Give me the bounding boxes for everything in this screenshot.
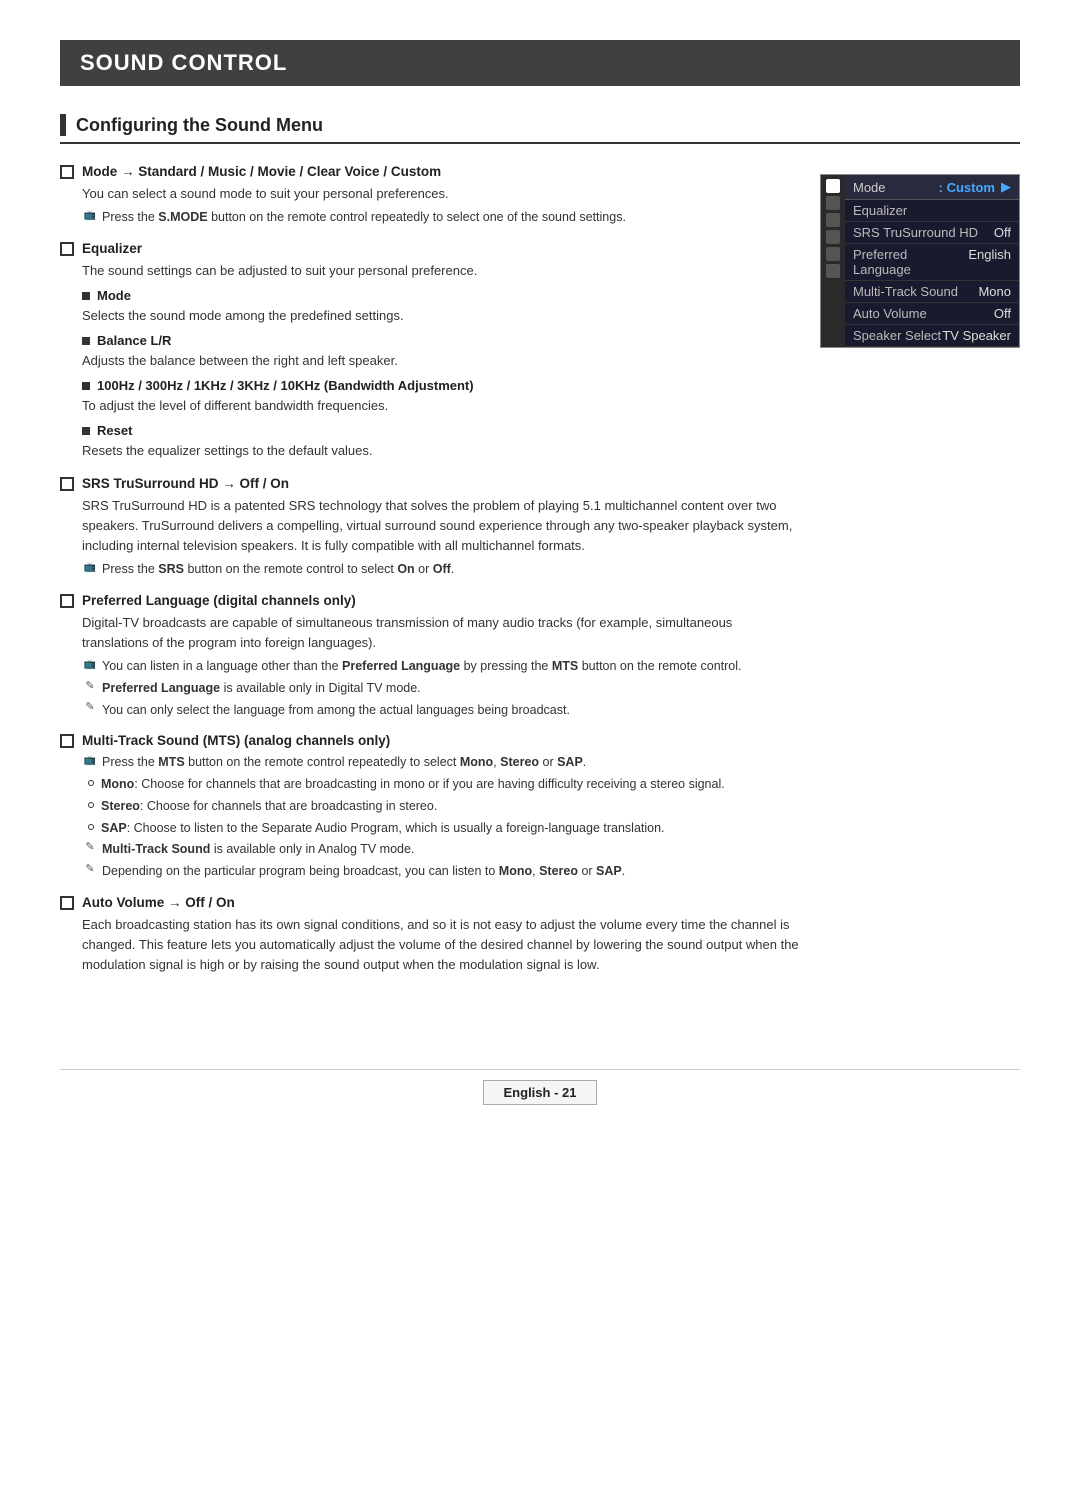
section-auto-volume: Auto Volume → Off / On Each broadcasting… bbox=[60, 895, 800, 975]
sub-reset: Reset bbox=[82, 423, 800, 438]
mode-body: You can select a sound mode to suit your… bbox=[82, 184, 800, 204]
sub-balance-text: Adjusts the balance between the right an… bbox=[82, 351, 800, 371]
checkbox-icon-eq bbox=[60, 242, 74, 256]
section-heading: Configuring the Sound Menu bbox=[60, 114, 1020, 144]
remote-icon-mts bbox=[82, 753, 98, 767]
main-content: Mode → Standard / Music / Movie / Clear … bbox=[60, 164, 800, 989]
checkbox-icon-srs bbox=[60, 477, 74, 491]
srs-note-1: Press the SRS button on the remote contr… bbox=[82, 560, 800, 579]
equalizer-body: The sound settings can be adjusted to su… bbox=[82, 261, 800, 281]
section-srs: SRS TruSurround HD → Off / On SRS TruSur… bbox=[60, 476, 800, 579]
mts-heading: Multi-Track Sound (MTS) (analog channels… bbox=[82, 733, 390, 748]
bullet-circle-stereo bbox=[88, 802, 94, 808]
mts-note-1: Press the MTS button on the remote contr… bbox=[82, 753, 800, 772]
checkbox-icon bbox=[60, 165, 74, 179]
menu-arrow-icon: ▶ bbox=[1001, 179, 1011, 195]
menu-icon-5 bbox=[826, 264, 840, 278]
menu-content: Mode : Custom ▶ Equalizer SRS TruSurroun… bbox=[845, 175, 1019, 347]
lang-heading: Preferred Language (digital channels onl… bbox=[82, 593, 356, 608]
menu-icon-3 bbox=[826, 230, 840, 244]
srs-heading: SRS TruSurround HD → Off / On bbox=[82, 476, 289, 491]
sub-bandwidth: 100Hz / 300Hz / 1KHz / 3KHz / 10KHz (Ban… bbox=[82, 378, 800, 393]
lang-note-2: Preferred Language is available only in … bbox=[82, 679, 800, 698]
av-heading: Auto Volume → Off / On bbox=[82, 895, 235, 910]
sub-balance: Balance L/R bbox=[82, 333, 800, 348]
menu-icon-4 bbox=[826, 247, 840, 261]
mts-bullet-sap: SAP: Choose to listen to the Separate Au… bbox=[88, 819, 800, 838]
section-mode: Mode → Standard / Music / Movie / Clear … bbox=[60, 164, 800, 227]
remote-icon-lang bbox=[82, 657, 98, 671]
menu-panel: Mode : Custom ▶ Equalizer SRS TruSurroun… bbox=[820, 174, 1020, 348]
menu-row-lang: Preferred Language English bbox=[845, 244, 1019, 281]
sub-mode: Mode bbox=[82, 288, 800, 303]
footer-text: English - 21 bbox=[504, 1085, 577, 1100]
sub-bandwidth-text: To adjust the level of different bandwid… bbox=[82, 396, 800, 416]
section-equalizer: Equalizer The sound settings can be adju… bbox=[60, 241, 800, 462]
menu-row-mts: Multi-Track Sound Mono bbox=[845, 281, 1019, 303]
equalizer-heading: Equalizer bbox=[82, 241, 142, 256]
footer-box: English - 21 bbox=[483, 1080, 598, 1105]
section-preferred-language: Preferred Language (digital channels onl… bbox=[60, 593, 800, 720]
menu-mode-label: Mode bbox=[853, 180, 939, 195]
bullet-circle-mono bbox=[88, 780, 94, 786]
mode-heading: Mode → Standard / Music / Movie / Clear … bbox=[82, 164, 441, 179]
section-bar-decoration bbox=[60, 114, 66, 136]
checkbox-icon-av bbox=[60, 896, 74, 910]
page-title: SOUND CONTROL bbox=[60, 40, 1020, 86]
bullet-circle-sap bbox=[88, 824, 94, 830]
side-panel: Mode : Custom ▶ Equalizer SRS TruSurroun… bbox=[820, 164, 1020, 989]
mts-extra-note-2: Depending on the particular program bein… bbox=[82, 862, 800, 881]
srs-body: SRS TruSurround HD is a patented SRS tec… bbox=[82, 496, 800, 556]
menu-row-equalizer: Equalizer bbox=[845, 200, 1019, 222]
lang-note-1: You can listen in a language other than … bbox=[82, 657, 800, 676]
checkbox-icon-mts bbox=[60, 734, 74, 748]
sub-mode-text: Selects the sound mode among the predefi… bbox=[82, 306, 800, 326]
remote-icon bbox=[82, 208, 98, 222]
footer: English - 21 bbox=[60, 1069, 1020, 1105]
note-icon-lang-3 bbox=[82, 701, 98, 715]
menu-mode-value: : Custom bbox=[939, 180, 995, 195]
menu-mode-row: Mode : Custom ▶ bbox=[845, 175, 1019, 200]
menu-icon-2 bbox=[826, 213, 840, 227]
note-icon-mts-1 bbox=[82, 840, 98, 854]
section-multi-track: Multi-Track Sound (MTS) (analog channels… bbox=[60, 733, 800, 881]
checkbox-icon-lang bbox=[60, 594, 74, 608]
note-icon-lang-2 bbox=[82, 679, 98, 693]
mts-extra-note-1: Multi-Track Sound is available only in A… bbox=[82, 840, 800, 859]
menu-row-auto-vol: Auto Volume Off bbox=[845, 303, 1019, 325]
menu-row-speaker: Speaker Select TV Speaker bbox=[845, 325, 1019, 347]
menu-row-srs: SRS TruSurround HD Off bbox=[845, 222, 1019, 244]
sub-reset-text: Resets the equalizer settings to the def… bbox=[82, 441, 800, 461]
note-icon-mts-2 bbox=[82, 862, 98, 876]
mts-bullet-mono: Mono: Choose for channels that are broad… bbox=[88, 775, 800, 794]
menu-icon-sound bbox=[826, 179, 840, 193]
lang-body: Digital-TV broadcasts are capable of sim… bbox=[82, 613, 800, 653]
remote-icon-srs bbox=[82, 560, 98, 574]
mts-bullet-stereo: Stereo: Choose for channels that are bro… bbox=[88, 797, 800, 816]
menu-icon-1 bbox=[826, 196, 840, 210]
content-area: Mode → Standard / Music / Movie / Clear … bbox=[60, 164, 1020, 989]
av-body: Each broadcasting station has its own si… bbox=[82, 915, 800, 975]
mode-note-1: Press the S.MODE button on the remote co… bbox=[82, 208, 800, 227]
lang-note-3: You can only select the language from am… bbox=[82, 701, 800, 720]
icon-column bbox=[821, 175, 845, 347]
